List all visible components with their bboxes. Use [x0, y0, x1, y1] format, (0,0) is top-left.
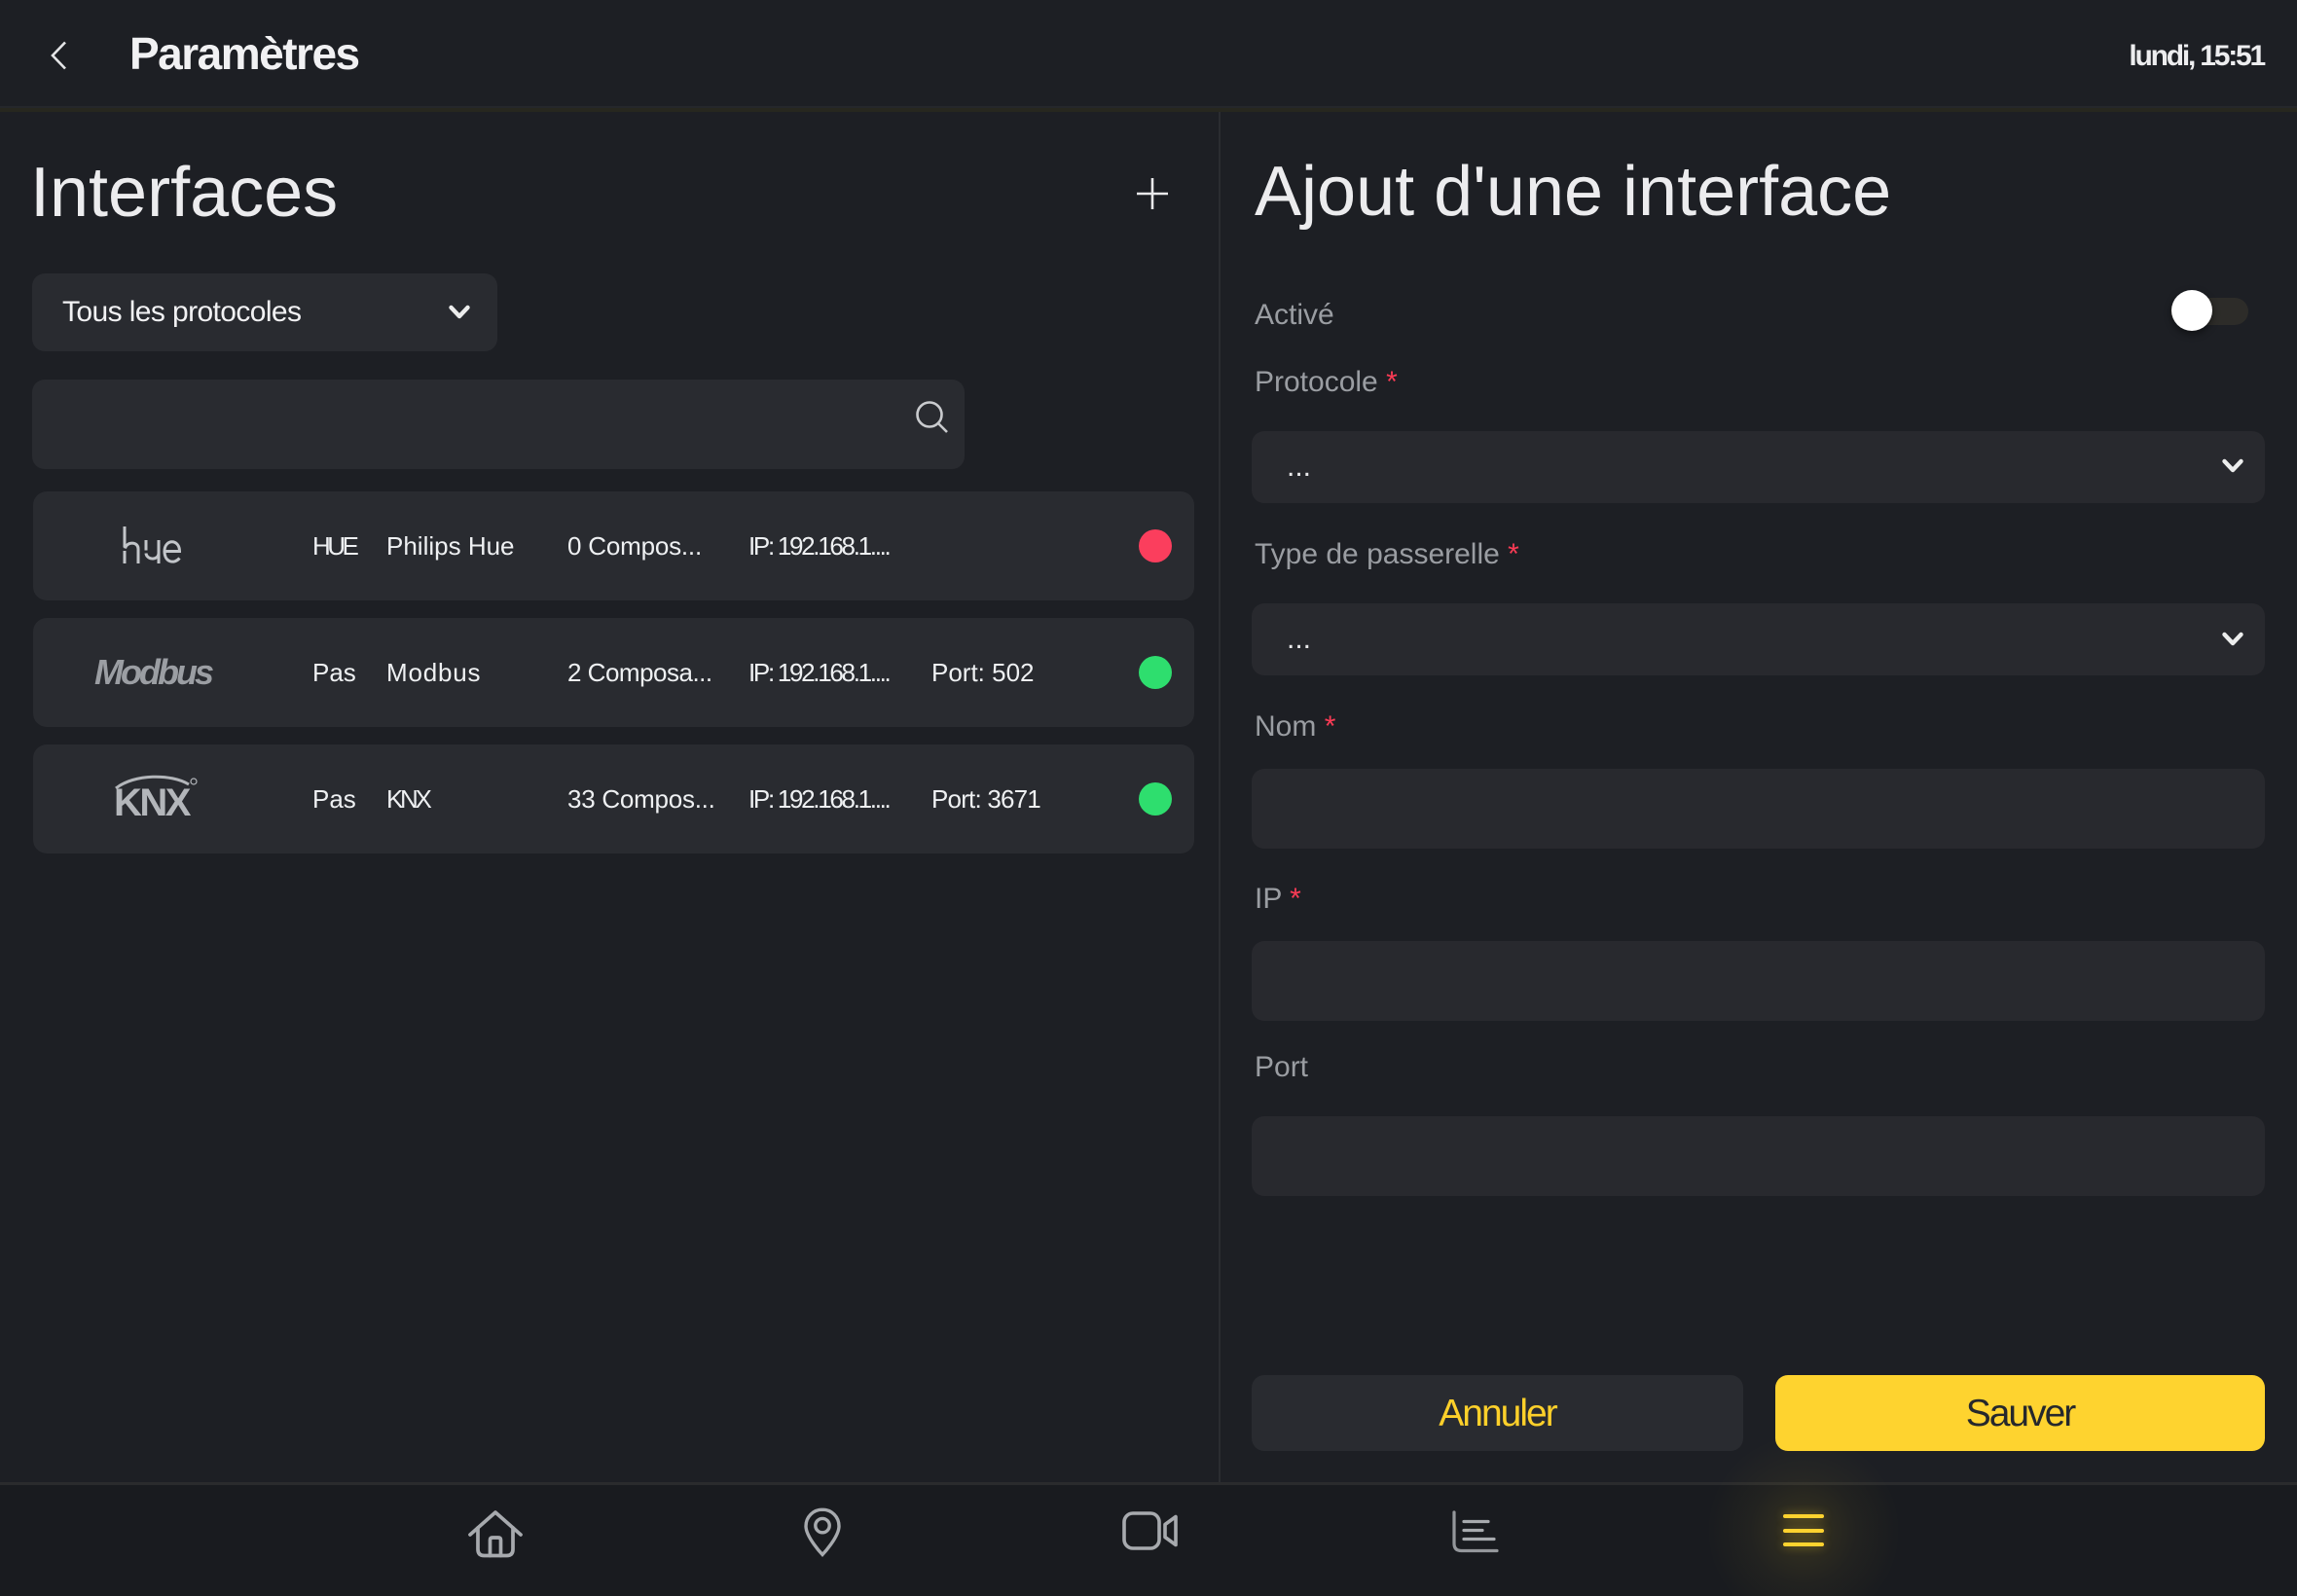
svg-text:KNX: KNX	[115, 781, 192, 819]
